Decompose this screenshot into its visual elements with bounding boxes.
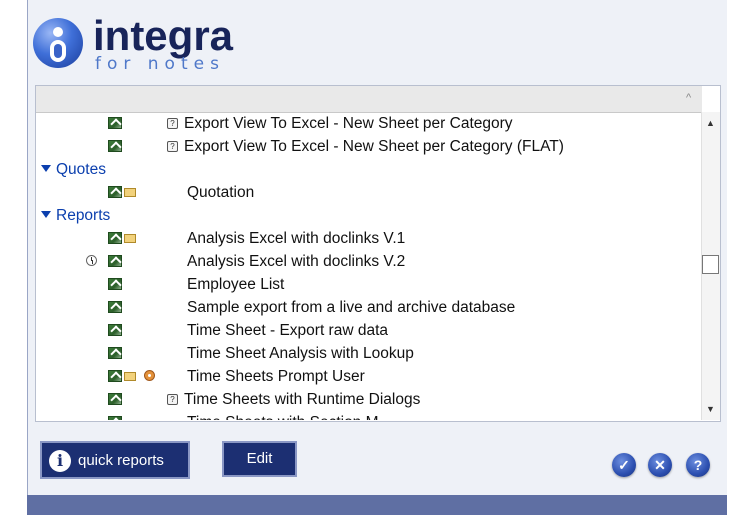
vertical-scrollbar[interactable]: ▲ ▼ bbox=[701, 112, 720, 420]
logo-title: integra bbox=[93, 12, 234, 59]
excel-icon bbox=[108, 278, 122, 290]
frame-footer-bar bbox=[27, 495, 727, 515]
sort-caret-icon[interactable]: ^ bbox=[686, 92, 694, 104]
envelope-icon bbox=[124, 188, 136, 197]
view-rows: ? Export View To Excel - New Sheet per Ca… bbox=[36, 113, 702, 420]
report-row[interactable]: ? Export View To Excel - New Sheet per Ca… bbox=[36, 113, 702, 136]
scrollbar-thumb[interactable] bbox=[702, 255, 719, 274]
logo-subtitle: for notes bbox=[95, 54, 225, 74]
report-label: Sample export from a live and archive da… bbox=[187, 299, 516, 316]
report-label: Time Sheets with Runtime Dialogs bbox=[184, 391, 421, 408]
excel-icon bbox=[108, 347, 122, 359]
reports-view: ^ ? Export View To Excel - New Sheet per … bbox=[35, 85, 721, 422]
scroll-down-icon[interactable]: ▼ bbox=[706, 404, 715, 414]
excel-icon bbox=[108, 186, 122, 198]
info-icon: i bbox=[49, 450, 71, 472]
gear-icon bbox=[144, 370, 155, 381]
report-row[interactable]: Quotation bbox=[36, 182, 702, 205]
report-label: Export View To Excel - New Sheet per Cat… bbox=[184, 138, 564, 155]
excel-icon bbox=[108, 255, 122, 267]
excel-icon bbox=[108, 393, 122, 405]
category-label: Reports bbox=[56, 207, 111, 224]
envelope-icon bbox=[124, 372, 136, 381]
report-label: Export View To Excel - New Sheet per Cat… bbox=[184, 115, 513, 132]
envelope-icon bbox=[124, 234, 136, 243]
report-row[interactable]: Time Sheets with Section M... bbox=[36, 412, 702, 420]
report-row[interactable]: ? Export View To Excel - New Sheet per Ca… bbox=[36, 136, 702, 159]
report-label: Quotation bbox=[187, 184, 255, 201]
scroll-up-icon[interactable]: ▲ bbox=[706, 118, 715, 128]
ok-icon[interactable]: ✓ bbox=[612, 453, 636, 477]
category-row[interactable]: Reports bbox=[36, 205, 702, 228]
excel-icon bbox=[108, 117, 122, 129]
report-row[interactable]: Time Sheet Analysis with Lookup bbox=[36, 343, 702, 366]
excel-icon bbox=[108, 301, 122, 313]
report-label: Time Sheet Analysis with Lookup bbox=[187, 345, 414, 362]
category-label: Quotes bbox=[56, 161, 106, 178]
report-row[interactable]: Employee List bbox=[36, 274, 702, 297]
report-label: Employee List bbox=[187, 276, 285, 293]
report-label: Time Sheet - Export raw data bbox=[187, 322, 389, 339]
report-row[interactable]: Sample export from a live and archive da… bbox=[36, 297, 702, 320]
report-label: Analysis Excel with doclinks V.1 bbox=[187, 230, 406, 247]
frame-border bbox=[27, 0, 28, 495]
cancel-icon[interactable]: ✕ bbox=[648, 453, 672, 477]
expand-triangle-icon[interactable] bbox=[41, 211, 51, 218]
report-label: Analysis Excel with doclinks V.2 bbox=[187, 253, 406, 270]
help-icon[interactable]: ? bbox=[686, 453, 710, 477]
integra-logo: integra for notes bbox=[33, 12, 233, 76]
excel-icon bbox=[108, 140, 122, 152]
edit-button[interactable]: Edit bbox=[222, 441, 297, 477]
report-row[interactable]: ? Time Sheets with Runtime Dialogs bbox=[36, 389, 702, 412]
category-row[interactable]: Quotes bbox=[36, 159, 702, 182]
quick-reports-label: quick reports bbox=[78, 452, 164, 469]
report-row[interactable]: Analysis Excel with doclinks V.1 bbox=[36, 228, 702, 251]
report-label: Time Sheets with Section M... bbox=[187, 414, 391, 420]
help-doc-icon: ? bbox=[167, 118, 178, 129]
expand-triangle-icon[interactable] bbox=[41, 165, 51, 172]
view-column-header[interactable]: ^ bbox=[36, 86, 702, 113]
quick-reports-button[interactable]: i quick reports bbox=[40, 441, 190, 479]
report-row[interactable]: Time Sheets Prompt User bbox=[36, 366, 702, 389]
excel-icon bbox=[108, 370, 122, 382]
excel-icon bbox=[108, 324, 122, 336]
clock-icon bbox=[86, 255, 97, 266]
help-doc-icon: ? bbox=[167, 141, 178, 152]
logo-orb-icon bbox=[33, 18, 83, 68]
report-row[interactable]: Analysis Excel with doclinks V.2 bbox=[36, 251, 702, 274]
excel-icon bbox=[108, 416, 122, 420]
report-row[interactable]: Time Sheet - Export raw data bbox=[36, 320, 702, 343]
excel-icon bbox=[108, 232, 122, 244]
report-label: Time Sheets Prompt User bbox=[187, 368, 365, 385]
help-doc-icon: ? bbox=[167, 394, 178, 405]
